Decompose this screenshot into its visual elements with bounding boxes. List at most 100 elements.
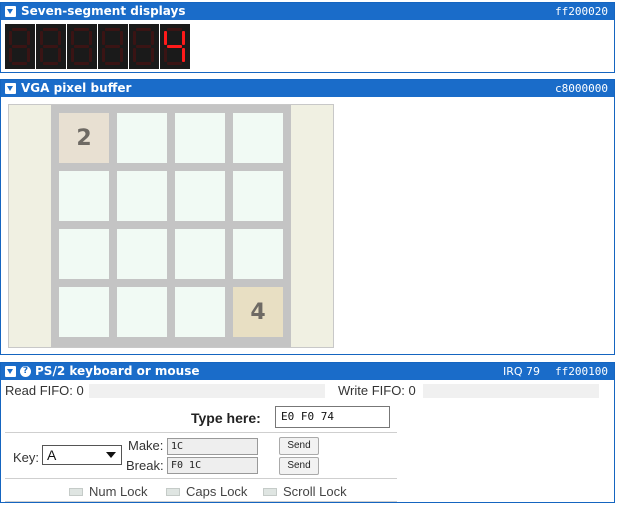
board-cell	[59, 171, 109, 221]
segment-f	[71, 31, 74, 45]
board-cell	[175, 171, 225, 221]
irq-label: IRQ 79	[502, 365, 540, 378]
segment-f	[164, 31, 167, 45]
write-fifo-bar	[423, 384, 599, 398]
segment-d	[74, 62, 89, 65]
collapse-toggle-icon[interactable]	[5, 366, 16, 377]
fifo-row: Read FIFO: 0 Write FIFO: 0	[1, 382, 614, 400]
vga-address: c8000000	[555, 82, 608, 95]
segment-a	[74, 28, 89, 31]
segment-a	[105, 28, 120, 31]
segment-d	[43, 62, 58, 65]
segment-f	[9, 31, 12, 45]
segment-b	[27, 31, 30, 45]
seven-segment-digit	[5, 24, 35, 69]
type-here-input[interactable]: E0 F0 74	[275, 406, 390, 428]
seven-segment-digit	[67, 24, 97, 69]
caps-lock-indicator: Caps Lock	[166, 484, 247, 499]
segment-e	[71, 48, 74, 62]
num-lock-indicator: Num Lock	[69, 484, 148, 499]
segment-g	[43, 45, 58, 48]
key-select[interactable]: A	[42, 445, 122, 465]
segment-g	[12, 45, 27, 48]
segment-d	[136, 62, 151, 65]
break-code-field[interactable]: F0 1C	[167, 457, 258, 474]
board-cell: 2	[59, 113, 109, 163]
segment-e	[9, 48, 12, 62]
segment-d	[167, 62, 182, 65]
segment-a	[167, 28, 182, 31]
board-cell	[233, 171, 283, 221]
segment-d	[12, 62, 27, 65]
collapse-toggle-icon[interactable]	[5, 6, 16, 17]
board-cell	[117, 287, 167, 337]
seven-segment-address: ff200020	[555, 5, 608, 18]
seven-segment-header[interactable]: Seven-segment displays ff200020	[1, 3, 614, 20]
segment-c	[182, 48, 185, 62]
divider	[5, 501, 397, 502]
board-cell: 4	[233, 287, 283, 337]
segment-c	[58, 48, 61, 62]
seven-segment-digit	[129, 24, 159, 69]
seven-segment-title: Seven-segment displays	[21, 4, 186, 18]
segment-c	[151, 48, 154, 62]
scroll-lock-label: Scroll Lock	[283, 484, 347, 499]
segment-a	[12, 28, 27, 31]
segment-b	[151, 31, 154, 45]
scroll-lock-led	[263, 488, 277, 496]
type-here-label: Type here:	[191, 410, 261, 426]
segment-a	[136, 28, 151, 31]
segment-b	[182, 31, 185, 45]
vga-title: VGA pixel buffer	[21, 81, 132, 95]
segment-g	[136, 45, 151, 48]
board-cell	[175, 287, 225, 337]
vga-pixel-buffer: 24	[8, 104, 334, 348]
segment-e	[164, 48, 167, 62]
segment-c	[89, 48, 92, 62]
make-code-field[interactable]: 1C	[167, 438, 258, 455]
read-fifo-label: Read FIFO: 0	[5, 383, 84, 398]
board-cell	[117, 113, 167, 163]
scroll-lock-indicator: Scroll Lock	[263, 484, 347, 499]
game-board: 24	[51, 105, 291, 347]
segment-e	[102, 48, 105, 62]
segment-f	[102, 31, 105, 45]
segment-c	[120, 48, 123, 62]
segment-e	[40, 48, 43, 62]
segment-b	[120, 31, 123, 45]
board-cell	[59, 229, 109, 279]
segment-f	[133, 31, 136, 45]
divider	[5, 478, 397, 479]
send-break-button[interactable]: Send	[279, 457, 319, 475]
segment-b	[58, 31, 61, 45]
board-cell	[117, 171, 167, 221]
board-cell	[175, 113, 225, 163]
board-cell	[233, 113, 283, 163]
segment-a	[43, 28, 58, 31]
seven-segment-panel: Seven-segment displays ff200020	[0, 2, 615, 73]
seven-segment-digit	[98, 24, 128, 69]
ps2-header[interactable]: ? PS/2 keyboard or mouse IRQ 79 ff200100	[1, 363, 614, 380]
ps2-address: ff200100	[555, 365, 608, 378]
segment-f	[40, 31, 43, 45]
read-fifo-bar	[89, 384, 325, 398]
ps2-title: PS/2 keyboard or mouse	[35, 364, 200, 378]
break-label: Break:	[126, 458, 164, 473]
divider	[5, 432, 397, 433]
seven-segment-digit	[160, 24, 190, 69]
segment-g	[105, 45, 120, 48]
caps-lock-label: Caps Lock	[186, 484, 248, 499]
make-label: Make:	[128, 438, 164, 453]
key-label: Key:	[13, 450, 40, 465]
board-cell	[117, 229, 167, 279]
key-select-value: A	[47, 447, 57, 463]
board-cell	[59, 287, 109, 337]
caps-lock-led	[166, 488, 180, 496]
segment-b	[89, 31, 92, 45]
segment-g	[167, 45, 182, 48]
vga-header[interactable]: VGA pixel buffer c8000000	[1, 80, 614, 97]
num-lock-led	[69, 488, 83, 496]
help-icon[interactable]: ?	[20, 366, 31, 377]
collapse-toggle-icon[interactable]	[5, 83, 16, 94]
send-make-button[interactable]: Send	[279, 437, 319, 455]
